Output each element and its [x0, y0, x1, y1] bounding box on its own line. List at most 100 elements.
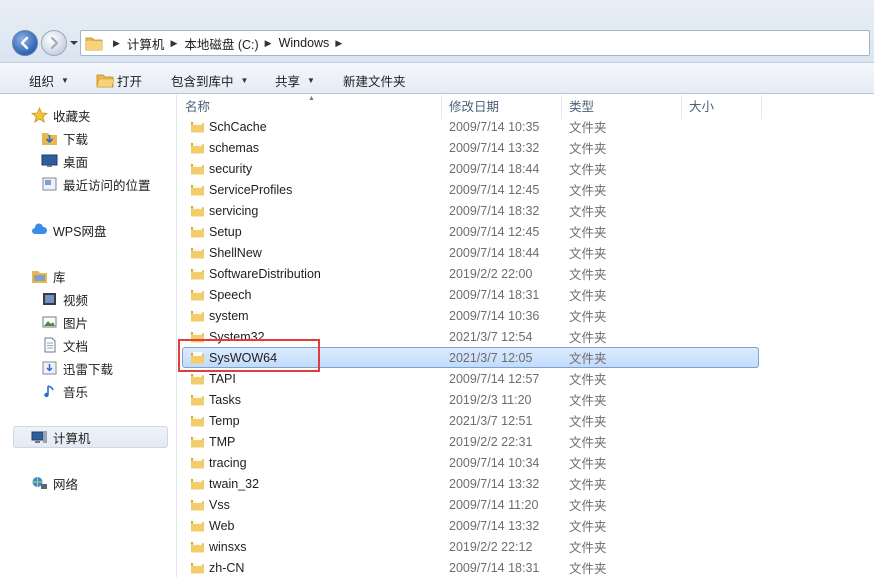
table-row[interactable]: Web 2009/7/14 13:32 文件夹 [178, 515, 874, 536]
sidebar-item-label: 收藏夹 [53, 109, 91, 124]
chevron-right-icon[interactable]: ▶ [335, 38, 342, 49]
table-row[interactable]: twain_32 2009/7/14 13:32 文件夹 [178, 473, 874, 494]
table-row[interactable]: SoftwareDistribution 2019/2/2 22:00 文件夹 [178, 263, 874, 284]
recent-pages-dropdown-icon[interactable] [69, 38, 79, 48]
chevron-down-icon: ▼ [307, 76, 315, 85]
forward-button[interactable] [41, 30, 67, 56]
chevron-right-icon[interactable]: ▶ [265, 38, 272, 49]
file-type: 文件夹 [569, 205, 607, 219]
download-folder-icon [42, 361, 57, 375]
sidebar-item-label: 计算机 [53, 431, 91, 446]
sidebar-item-recent-places[interactable]: 最近访问的位置 [41, 173, 151, 195]
back-button[interactable] [12, 30, 38, 56]
video-icon [43, 293, 56, 305]
document-icon [44, 337, 56, 353]
sidebar-item-wps-drive[interactable]: WPS网盘 [31, 219, 106, 241]
table-row[interactable]: security 2009/7/14 18:44 文件夹 [178, 158, 874, 179]
command-bar: 组织 ▼ 打开 包含到库中 ▼ 共享 ▼ 新建文件夹 [0, 62, 874, 94]
table-row[interactable]: ShellNew 2009/7/14 18:44 文件夹 [178, 242, 874, 263]
table-row[interactable]: system 2009/7/14 10:36 文件夹 [178, 305, 874, 326]
sidebar-item-music[interactable]: 音乐 [41, 380, 88, 402]
file-type: 文件夹 [569, 247, 607, 261]
sidebar-item-downloads[interactable]: 下载 [41, 127, 88, 149]
file-name: Web [209, 518, 235, 533]
chevron-right-icon[interactable]: ▶ [113, 38, 120, 49]
sidebar-item-label: WPS网盘 [53, 224, 107, 239]
sidebar-item-label: 桌面 [63, 155, 89, 170]
new-folder-button[interactable]: 新建文件夹 [343, 71, 406, 90]
crumb-windows[interactable]: Windows [279, 36, 330, 50]
table-row[interactable]: System32 2021/3/7 12:54 文件夹 [178, 326, 874, 347]
sidebar-item-desktop[interactable]: 桌面 [41, 150, 88, 172]
column-size-label: 大小 [689, 100, 715, 114]
column-name-label: 名称 [185, 100, 211, 114]
sidebar-item-label: 文档 [63, 339, 89, 354]
file-date: 2009/7/14 18:31 [449, 287, 540, 302]
file-name: Temp [209, 413, 240, 428]
table-row[interactable]: Vss 2009/7/14 11:20 文件夹 [178, 494, 874, 515]
file-name: schemas [209, 140, 260, 155]
folder-icon [191, 331, 204, 343]
open-label: 打开 [117, 75, 143, 89]
download-folder-icon [42, 133, 57, 145]
file-date: 2009/7/14 18:44 [449, 161, 540, 176]
sidebar-item-computer[interactable]: 计算机 [13, 426, 168, 448]
sidebar-item-pictures[interactable]: 图片 [41, 311, 88, 333]
file-type: 文件夹 [569, 478, 607, 492]
file-date: 2009/7/14 13:32 [449, 476, 540, 491]
table-row[interactable]: SysWOW64 2021/3/7 12:05 文件夹 [178, 347, 874, 368]
table-row[interactable]: TAPI 2009/7/14 12:57 文件夹 [178, 368, 874, 389]
table-row[interactable]: ServiceProfiles 2009/7/14 12:45 文件夹 [178, 179, 874, 200]
address-path[interactable]: ▶ 计算机 ▶ 本地磁盘 (C:) ▶ Windows ▶ [80, 30, 870, 56]
file-list: 名称 ▲ 修改日期 类型 大小 SchCache 2009/7/14 10:35 文… [178, 95, 874, 577]
table-row[interactable]: Temp 2021/3/7 12:51 文件夹 [178, 410, 874, 431]
folder-icon [85, 37, 103, 51]
sidebar-item-videos[interactable]: 视频 [41, 288, 88, 310]
sidebar-item-libraries[interactable]: 库 [31, 265, 66, 287]
file-name: winsxs [209, 539, 247, 554]
table-row[interactable]: TMP 2019/2/2 22:31 文件夹 [178, 431, 874, 452]
sidebar-item-network[interactable]: 网络 [31, 472, 78, 494]
file-date: 2009/7/14 10:35 [449, 119, 540, 134]
table-row[interactable]: Setup 2009/7/14 12:45 文件夹 [178, 221, 874, 242]
file-name: system [209, 308, 249, 323]
sidebar-item-favorites[interactable]: 收藏夹 [31, 104, 91, 126]
include-in-library-button[interactable]: 包含到库中 ▼ [171, 71, 248, 90]
sidebar-item-label: 图片 [63, 316, 89, 331]
file-date: 2009/7/14 13:32 [449, 140, 540, 155]
navigation-pane: 收藏夹 下载 桌面 最近访问的位置 WPS网盘 库 视频 图片 文档 迅雷下载 … [0, 95, 177, 577]
sidebar-item-label: 迅雷下载 [63, 362, 114, 377]
open-folder-icon [96, 74, 114, 88]
table-row[interactable]: Tasks 2019/2/3 11:20 文件夹 [178, 389, 874, 410]
column-type-label: 类型 [569, 100, 595, 114]
share-button[interactable]: 共享 ▼ [275, 71, 315, 90]
open-button[interactable]: 打开 [96, 71, 142, 90]
organize-button[interactable]: 组织 ▼ [29, 71, 69, 90]
table-row[interactable]: Speech 2009/7/14 18:31 文件夹 [178, 284, 874, 305]
sidebar-item-label: 音乐 [63, 385, 89, 400]
file-type: 文件夹 [569, 457, 607, 471]
table-row[interactable]: tracing 2009/7/14 10:34 文件夹 [178, 452, 874, 473]
folder-icon [191, 184, 204, 196]
library-icon [32, 271, 47, 283]
file-name: TAPI [209, 371, 236, 386]
crumb-computer[interactable]: 计算机 [127, 34, 165, 53]
file-type: 文件夹 [569, 289, 607, 303]
table-row[interactable]: schemas 2009/7/14 13:32 文件夹 [178, 137, 874, 158]
folder-icon [191, 268, 204, 280]
file-name: Tasks [209, 392, 241, 407]
crumb-drive-c[interactable]: 本地磁盘 (C:) [184, 34, 258, 53]
folder-icon [191, 163, 204, 175]
table-row[interactable]: zh-CN 2009/7/14 18:31 文件夹 [178, 557, 874, 577]
table-row[interactable]: SchCache 2009/7/14 10:35 文件夹 [178, 116, 874, 137]
sidebar-item-xunlei[interactable]: 迅雷下载 [41, 357, 113, 379]
chevron-right-icon[interactable]: ▶ [170, 38, 177, 49]
table-row[interactable]: servicing 2009/7/14 18:32 文件夹 [178, 200, 874, 221]
desktop-icon [41, 154, 58, 167]
file-type: 文件夹 [569, 499, 607, 513]
table-row[interactable]: winsxs 2019/2/2 22:12 文件夹 [178, 536, 874, 557]
computer-icon [31, 431, 47, 443]
file-name: ServiceProfiles [209, 182, 293, 197]
file-type: 文件夹 [569, 268, 607, 282]
sidebar-item-documents[interactable]: 文档 [41, 334, 88, 356]
